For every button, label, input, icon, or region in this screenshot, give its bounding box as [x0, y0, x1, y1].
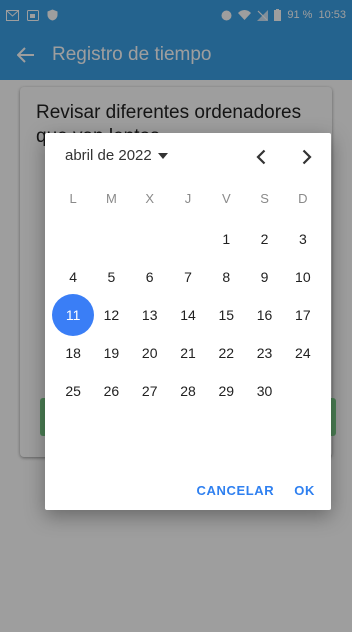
- calendar-day-number: 25: [65, 383, 81, 399]
- calendar-day[interactable]: 16: [245, 296, 283, 334]
- calendar-day-number: 4: [69, 269, 78, 285]
- calendar-day-number: 19: [103, 345, 120, 361]
- calendar-day-number: 16: [256, 307, 273, 323]
- calendar-day-number: 27: [141, 383, 158, 399]
- calendar-day[interactable]: 10: [284, 258, 322, 296]
- month-year-label: abril de 2022: [65, 147, 152, 164]
- calendar-day[interactable]: 3: [284, 220, 322, 258]
- calendar-day[interactable]: 8: [207, 258, 245, 296]
- calendar-day-number: 10: [295, 269, 311, 285]
- calendar-day-number: 5: [107, 269, 116, 285]
- calendar-days: 1 2 3 4 5 6 7 8 9 10 11 12 13 14 15 16 17 18 19 20 21 22 23 24 2…: [54, 220, 322, 410]
- calendar-day[interactable]: 24: [284, 334, 322, 372]
- calendar-day-number: 18: [65, 345, 81, 361]
- calendar-day[interactable]: 19: [92, 334, 130, 372]
- calendar-day-number: 14: [180, 307, 196, 323]
- calendar-day[interactable]: 4: [54, 258, 92, 296]
- cancel-button[interactable]: CANCELAR: [189, 477, 283, 504]
- weekday-header: LMXJVSD: [54, 185, 322, 213]
- calendar-day-number: 1: [222, 231, 231, 247]
- calendar-day[interactable]: 23: [245, 334, 283, 372]
- weekday-label: X: [145, 191, 155, 206]
- calendar-day-number: 24: [295, 345, 311, 361]
- calendar-day-number: 2: [260, 231, 269, 247]
- calendar-day[interactable]: 7: [169, 258, 207, 296]
- calendar-day-number: 26: [103, 383, 120, 399]
- weekday-label: L: [69, 191, 77, 206]
- weekday-label: M: [106, 191, 117, 206]
- calendar-day-number: 23: [256, 345, 273, 361]
- calendar-day[interactable]: 9: [245, 258, 283, 296]
- calendar-day[interactable]: 12: [92, 296, 130, 334]
- calendar-day-number: 13: [141, 307, 158, 323]
- calendar-day-number: 20: [141, 345, 158, 361]
- calendar-day-number: 29: [218, 383, 235, 399]
- calendar-day-number: 30: [256, 383, 273, 399]
- calendar-day[interactable]: 2: [245, 220, 283, 258]
- calendar-day[interactable]: 21: [169, 334, 207, 372]
- date-picker-dialog: abril de 2022 LMXJVSD 1 2 3 4 5 6 7 8 9 10 11 12 13 1…: [45, 133, 331, 510]
- calendar-day-number: 11: [65, 307, 81, 323]
- calendar-day[interactable]: 22: [207, 334, 245, 372]
- calendar-day[interactable]: 17: [284, 296, 322, 334]
- calendar-day-number: 21: [180, 345, 196, 361]
- calendar-day[interactable]: 5: [92, 258, 130, 296]
- weekday-label: S: [260, 191, 269, 206]
- caret-down-icon: [157, 152, 168, 159]
- calendar-day-number: 28: [180, 383, 196, 399]
- calendar-day-number: 7: [184, 269, 192, 285]
- calendar-day-number: 6: [145, 269, 154, 285]
- ok-button[interactable]: OK: [286, 477, 323, 504]
- picker-header: abril de 2022: [45, 133, 331, 181]
- calendar-day[interactable]: 18: [54, 334, 92, 372]
- calendar-day[interactable]: 20: [131, 334, 169, 372]
- calendar-day[interactable]: 28: [169, 372, 207, 410]
- chevron-left-icon: [256, 149, 266, 165]
- weekday-label: V: [221, 191, 231, 206]
- calendar-day-number: 9: [260, 269, 269, 285]
- calendar-day[interactable]: 26: [92, 372, 130, 410]
- calendar-day[interactable]: 27: [131, 372, 169, 410]
- calendar-day-number: 8: [222, 269, 231, 285]
- calendar-day[interactable]: 30: [245, 372, 283, 410]
- calendar-day-selected[interactable]: 11: [54, 296, 92, 334]
- calendar-day[interactable]: 13: [131, 296, 169, 334]
- calendar-day[interactable]: 25: [54, 372, 92, 410]
- calendar-day[interactable]: 1: [207, 220, 245, 258]
- calendar-day[interactable]: 29: [207, 372, 245, 410]
- weekday-label: D: [298, 191, 308, 206]
- dialog-actions: CANCELAR OK: [45, 470, 331, 510]
- calendar-day[interactable]: 6: [131, 258, 169, 296]
- previous-month-button[interactable]: [247, 143, 275, 171]
- month-year-selector[interactable]: abril de 2022: [65, 147, 168, 164]
- chevron-right-icon: [302, 149, 312, 165]
- weekday-label: J: [184, 191, 192, 206]
- calendar-day[interactable]: 14: [169, 296, 207, 334]
- calendar-day-number: 15: [218, 307, 235, 323]
- calendar-day-number: 3: [298, 231, 307, 247]
- calendar-day-number: 17: [295, 307, 311, 323]
- calendar-day[interactable]: 15: [207, 296, 245, 334]
- calendar-day-number: 22: [218, 345, 235, 361]
- next-month-button[interactable]: [293, 143, 321, 171]
- calendar-day-number: 12: [103, 307, 120, 323]
